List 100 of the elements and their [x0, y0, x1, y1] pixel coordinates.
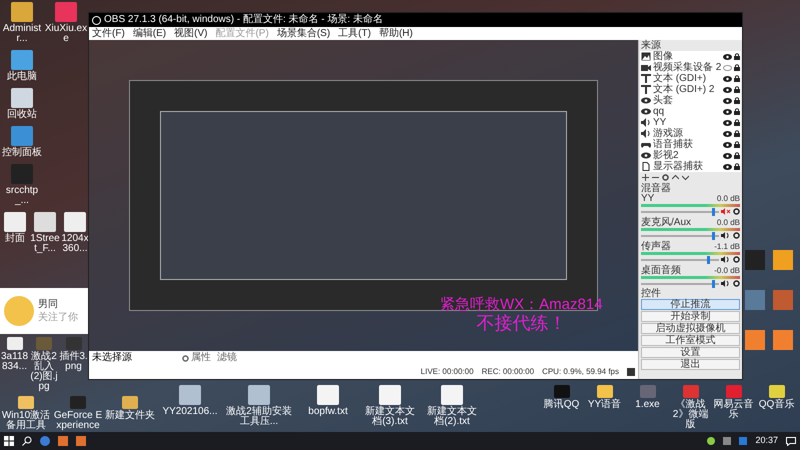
control-button[interactable]: 停止推流: [641, 299, 740, 310]
control-button[interactable]: 开始录制: [641, 311, 740, 322]
icon-label: 1204x360...: [60, 234, 90, 254]
notification-card[interactable]: 男同 关注了你: [0, 288, 90, 334]
channel-name: 桌面音频: [641, 266, 681, 276]
lock-icon[interactable]: [734, 64, 740, 71]
eye-icon[interactable]: [723, 152, 732, 158]
source-item[interactable]: qq: [640, 106, 741, 117]
channel-reading: -1.1 dB: [714, 242, 740, 252]
document-icon: [641, 162, 651, 171]
control-button[interactable]: 退出: [641, 359, 740, 370]
source-label: YY: [653, 118, 668, 128]
lock-icon[interactable]: [734, 75, 740, 82]
control-button[interactable]: 工作室模式: [641, 335, 740, 346]
volume-thumb[interactable]: [706, 256, 710, 264]
add-icon[interactable]: [642, 174, 649, 181]
lock-icon[interactable]: [734, 119, 740, 126]
icon-label: YY202106...: [162, 407, 218, 417]
notification-icon[interactable]: [786, 436, 796, 446]
overlay-text: 紧急呼救WX：Amaz814: [440, 296, 603, 313]
speaker-icon: [641, 129, 651, 138]
settings-icon[interactable]: [733, 232, 740, 239]
speaker-icon[interactable]: [721, 256, 731, 263]
icon-label: YY语音: [588, 400, 622, 410]
lock-icon[interactable]: [734, 97, 740, 104]
icon-label: 激战2乱入(2)图.jpg: [29, 352, 59, 392]
icon-label: 新建文本文档(3).txt: [364, 407, 416, 427]
menu-item[interactable]: 场景集合(S): [276, 28, 330, 38]
source-item[interactable]: 显示器捕获: [640, 161, 741, 172]
channel-name: 麦克风/Aux: [641, 218, 692, 228]
app-icon[interactable]: [6, 337, 22, 350]
icon-label: 1Street_F...: [30, 234, 60, 254]
volume-thumb[interactable]: [712, 280, 716, 288]
app-icon[interactable]: [596, 385, 612, 398]
eye-icon[interactable]: [723, 76, 732, 82]
properties-button[interactable]: 属性: [182, 353, 211, 363]
icon-label: bopfw.txt: [308, 407, 348, 417]
lock-icon[interactable]: [734, 152, 740, 159]
avatar-icon: [4, 296, 34, 326]
source-item[interactable]: 文本 (GDI+) 2: [640, 84, 741, 95]
lock-icon[interactable]: [734, 53, 740, 60]
icon-label: 激战2辅助安装工具压...: [225, 407, 293, 427]
settings-icon[interactable]: [733, 256, 740, 263]
channel-name: YY: [641, 194, 654, 204]
source-item[interactable]: 影视2: [640, 150, 741, 161]
speaker-icon[interactable]: [721, 232, 731, 239]
menu-item[interactable]: 工具(T): [338, 28, 371, 38]
lock-icon[interactable]: [734, 86, 740, 93]
eye-icon[interactable]: [723, 142, 732, 148]
down-icon[interactable]: [682, 174, 689, 181]
channel-reading: 0.0 dB: [716, 194, 740, 204]
speaker-icon[interactable]: [721, 280, 731, 287]
eye-icon[interactable]: [723, 130, 732, 136]
control-button[interactable]: 设置: [641, 347, 740, 358]
icon-label: 网易云音乐: [712, 400, 754, 420]
source-item[interactable]: 语音捕获: [640, 139, 741, 150]
menu-item[interactable]: 编辑(E): [132, 28, 166, 38]
menu-item[interactable]: 视图(V): [174, 28, 208, 38]
settings-icon[interactable]: [662, 174, 669, 181]
windows-start-icon[interactable]: [4, 436, 14, 446]
icon-label: 此电脑: [7, 72, 37, 82]
icon-label: 《激战2》微端版: [672, 400, 710, 430]
volume-thumb[interactable]: [712, 208, 716, 216]
source-item[interactable]: YY: [640, 117, 741, 128]
remove-icon[interactable]: [652, 174, 659, 181]
volume-thumb[interactable]: [712, 232, 716, 240]
icon-label: Win10激活备用工具: [0, 411, 52, 431]
control-button[interactable]: 启动虚拟摄像机: [641, 323, 740, 334]
source-label: 头套: [653, 96, 674, 106]
menu-item[interactable]: 帮助(H): [378, 28, 413, 38]
up-icon[interactable]: [672, 174, 679, 181]
icon-label: 控制面板: [2, 148, 42, 158]
source-item[interactable]: 图像: [640, 51, 741, 62]
eye-icon[interactable]: [723, 98, 732, 104]
lock-icon[interactable]: [734, 108, 740, 115]
lock-icon[interactable]: [734, 130, 740, 137]
source-item[interactable]: 文本 (GDI+): [640, 73, 741, 84]
dock-title: 来源: [640, 40, 662, 51]
app-icon[interactable]: [768, 385, 784, 398]
speaker-icon: [641, 118, 651, 127]
icon-label: 腾讯QQ: [544, 400, 580, 410]
lock-icon[interactable]: [734, 163, 740, 170]
filters-button[interactable]: 滤镜: [217, 353, 237, 363]
eye-icon[interactable]: [723, 54, 732, 60]
menu-item[interactable]: 文件(F): [92, 28, 125, 38]
settings-icon[interactable]: [733, 280, 740, 287]
camera-icon: [641, 63, 651, 72]
icon-label: XiuXiu.exe: [44, 24, 88, 44]
dock-title: 混音器: [640, 183, 672, 194]
source-item[interactable]: 游戏源: [640, 128, 741, 139]
settings-icon[interactable]: [733, 208, 740, 215]
eye-icon[interactable]: [723, 164, 732, 170]
eye-icon[interactable]: [723, 86, 732, 92]
eye-icon[interactable]: [723, 108, 732, 114]
source-item[interactable]: 头套: [640, 95, 741, 106]
eye-icon[interactable]: [723, 120, 732, 126]
search-icon[interactable]: [22, 436, 32, 446]
source-item[interactable]: 视频采集设备 2: [640, 62, 741, 73]
muted-speaker-icon[interactable]: [721, 208, 731, 215]
lock-icon[interactable]: [734, 141, 740, 148]
